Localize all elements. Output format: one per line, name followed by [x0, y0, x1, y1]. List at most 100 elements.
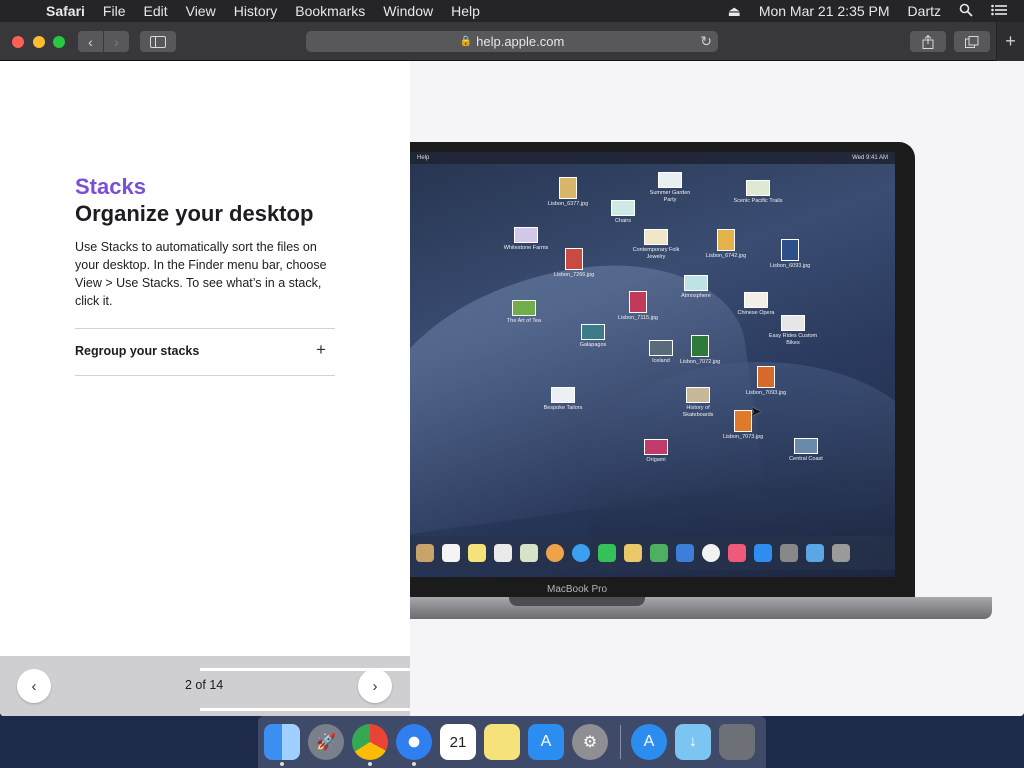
desktop-file: Lisbon_6377.jpg [542, 177, 594, 208]
menu-history[interactable]: History [225, 3, 287, 19]
file-thumbnail [551, 387, 575, 403]
minimize-window-button[interactable] [33, 36, 45, 48]
eject-icon[interactable]: ⏏ [719, 3, 750, 20]
file-thumbnail [565, 248, 583, 270]
file-label: Summer Garden Party [649, 190, 691, 203]
close-window-button[interactable] [12, 36, 24, 48]
article-description: Use Stacks to automatically sort the fil… [75, 240, 327, 308]
file-thumbnail [794, 438, 818, 454]
mini-dock-icon [520, 544, 538, 562]
desktop-file: Whitestone Farms [500, 227, 552, 252]
spotlight-search-icon[interactable] [950, 3, 982, 20]
dock-separator [620, 725, 621, 759]
mini-dock [410, 536, 895, 570]
trash-icon[interactable] [719, 724, 755, 760]
file-thumbnail [691, 335, 709, 357]
mini-dock-icon [572, 544, 590, 562]
file-thumbnail [629, 291, 647, 313]
back-button[interactable]: ‹ [78, 31, 103, 52]
chevron-left-icon: ‹ [88, 33, 93, 50]
next-page-button[interactable]: › [358, 669, 392, 703]
help-page: Stacks Organize your desktop Use Stacks … [0, 61, 1024, 716]
desktop-file: Lisbon_7093.jpg [740, 366, 792, 397]
file-label: Contemporary Folk Jewelry [632, 247, 680, 260]
mini-dock-icon [546, 544, 564, 562]
desktop-file: Lisbon_6093.jpg [764, 239, 816, 270]
previous-page-button[interactable]: ‹ [17, 669, 51, 703]
divider [75, 328, 335, 329]
finder-icon[interactable] [264, 724, 300, 766]
fullscreen-window-button[interactable] [53, 36, 65, 48]
file-thumbnail [514, 227, 538, 243]
reload-icon[interactable]: ↻ [700, 33, 712, 50]
mini-dock-icon [832, 544, 850, 562]
launchpad-icon[interactable]: 🚀 [308, 724, 344, 760]
menu-bookmarks[interactable]: Bookmarks [286, 3, 374, 19]
file-label: Lisbon_7093.jpg [745, 390, 787, 396]
file-thumbnail [512, 300, 536, 316]
menu-window[interactable]: Window [374, 3, 442, 19]
browser-toolbar: ‹ › 🔒 help.apple.com ↻ + [0, 22, 1024, 61]
app-store-download-icon[interactable]: A [631, 724, 667, 760]
calendar-icon[interactable]: 21 [440, 724, 476, 760]
menubar-clock[interactable]: Mon Mar 21 2:35 PM [750, 3, 899, 19]
desktop-file: Lisbon_6742.jpg [700, 229, 752, 260]
desktop-file: Bespoke Tailors [537, 387, 589, 412]
laptop-base [410, 597, 992, 619]
desktop-file: Atmosphere [670, 275, 722, 300]
show-tabs-button[interactable] [954, 31, 990, 52]
desktop-file: Chinese Opera [730, 292, 782, 317]
mini-dock-icon [494, 544, 512, 562]
laptop-notch [509, 597, 645, 606]
macbook-illustration: Help Wed 9:41 AM Lisbon_6377.jpg Chairs Su… [410, 142, 1000, 642]
mini-dock-icon [624, 544, 642, 562]
app-store-icon[interactable]: A [528, 724, 564, 760]
file-label: Lisbon_6377.jpg [547, 201, 589, 207]
menu-help[interactable]: Help [442, 3, 489, 19]
accordion-regroup-stacks[interactable]: Regroup your stacks [75, 344, 199, 358]
desktop-file: Lisbon_7266.jpg [548, 248, 600, 279]
menu-view[interactable]: View [177, 3, 225, 19]
laptop-brand-label: MacBook Pro [547, 584, 608, 595]
lock-icon: 🔒 [459, 36, 473, 47]
share-button[interactable] [910, 31, 946, 52]
running-indicator [280, 762, 284, 766]
file-label: Bespoke Tailors [543, 405, 583, 411]
expand-plus-icon[interactable]: + [316, 340, 326, 360]
chrome-icon[interactable] [352, 724, 388, 766]
safari-icon[interactable] [396, 724, 432, 766]
file-thumbnail [658, 172, 682, 188]
mini-dock-icon [806, 544, 824, 562]
address-url: help.apple.com [476, 34, 565, 49]
dock: 🚀 21 A ⚙ A ↓ [258, 716, 766, 768]
downloads-folder-icon[interactable]: ↓ [675, 724, 711, 760]
desktop-file: Scenic Pacific Trails [732, 180, 784, 205]
menubar-user[interactable]: Dartz [899, 3, 950, 19]
file-label: Atmosphere [681, 293, 711, 299]
page-title: Organize your desktop [75, 201, 314, 226]
system-preferences-icon[interactable]: ⚙ [572, 724, 608, 760]
forward-button[interactable]: › [104, 31, 129, 52]
mini-dock-icon [728, 544, 746, 562]
mini-dock-icon [598, 544, 616, 562]
new-tab-button[interactable]: + [996, 22, 1024, 61]
chevron-left-icon: ‹ [31, 677, 37, 695]
address-bar[interactable]: 🔒 help.apple.com ↻ [306, 31, 718, 52]
sidebar-toggle-button[interactable] [140, 31, 176, 52]
menu-file[interactable]: File [94, 3, 135, 19]
file-thumbnail [684, 275, 708, 291]
file-thumbnail [644, 439, 668, 455]
menu-app-name[interactable]: Safari [44, 3, 94, 19]
tabs-overview-icon [965, 35, 979, 48]
running-indicator [412, 762, 416, 766]
desktop-file: Chairs [597, 200, 649, 225]
menu-edit[interactable]: Edit [134, 3, 176, 19]
notification-center-icon[interactable] [982, 3, 1016, 19]
desktop-file: Lisbon_7115.jpg [612, 291, 664, 322]
share-icon [922, 34, 934, 49]
page-counter: 2 of 14 [185, 678, 224, 692]
mini-dock-icon [754, 544, 772, 562]
mini-menu-help: Help [417, 155, 430, 161]
notes-icon[interactable] [484, 724, 520, 760]
section-title: Stacks [75, 174, 146, 199]
